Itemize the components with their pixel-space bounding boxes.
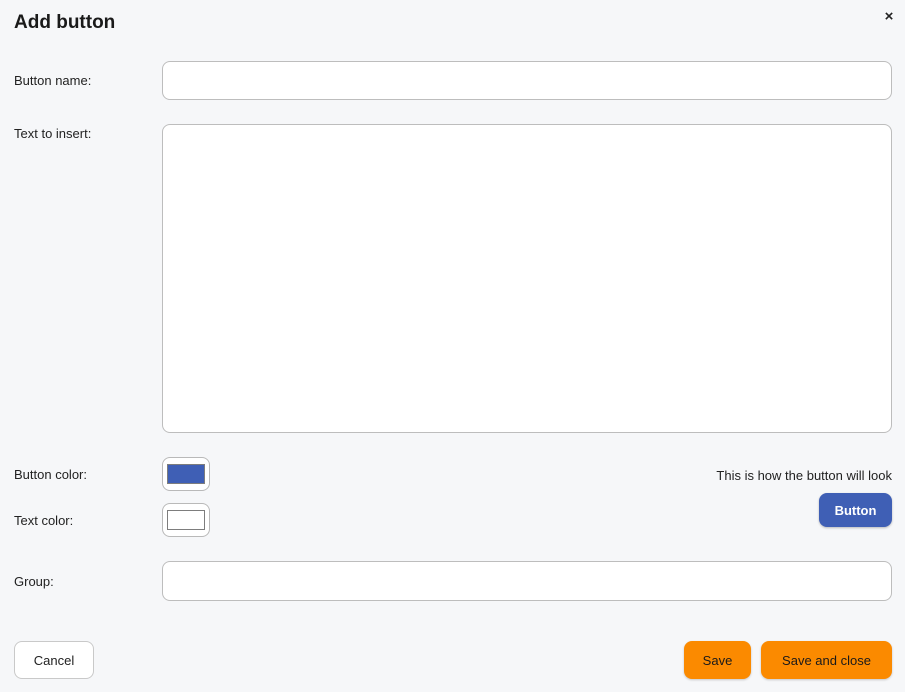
preview-caption: This is how the button will look xyxy=(716,468,892,483)
button-color-label: Button color: xyxy=(14,467,87,482)
save-button[interactable]: Save xyxy=(684,641,751,679)
text-to-insert-textarea[interactable] xyxy=(162,124,892,433)
save-and-close-button[interactable]: Save and close xyxy=(761,641,892,679)
text-color-picker[interactable] xyxy=(162,503,210,537)
button-name-label: Button name: xyxy=(14,73,92,88)
button-name-input[interactable] xyxy=(162,61,892,100)
group-input[interactable] xyxy=(162,561,892,601)
button-color-picker[interactable] xyxy=(162,457,210,491)
cancel-button[interactable]: Cancel xyxy=(14,641,94,679)
preview-button: Button xyxy=(819,493,892,527)
text-to-insert-label: Text to insert: xyxy=(14,126,92,141)
close-icon[interactable]: × xyxy=(880,8,898,26)
add-button-dialog: Add button × Button name: Text to insert… xyxy=(0,0,905,692)
group-label: Group: xyxy=(14,574,54,589)
button-color-swatch xyxy=(167,464,205,484)
dialog-title: Add button xyxy=(14,12,116,33)
text-color-swatch xyxy=(167,510,205,530)
text-color-label: Text color: xyxy=(14,513,74,528)
